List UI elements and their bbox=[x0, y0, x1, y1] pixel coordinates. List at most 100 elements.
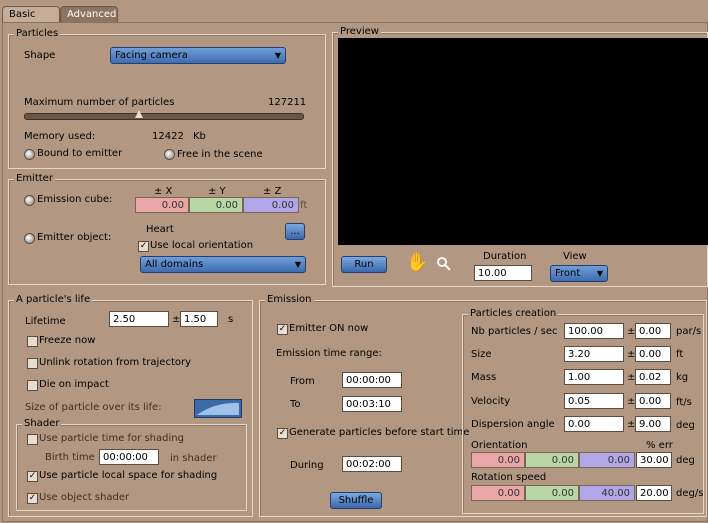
preview-canvas[interactable] bbox=[338, 38, 708, 245]
from-label: From bbox=[290, 376, 315, 387]
unlink-label: Unlink rotation from trajectory bbox=[39, 357, 192, 368]
memory-unit: Kb bbox=[193, 131, 206, 142]
free-label: Free in the scene bbox=[177, 149, 263, 160]
lifetime-label: Lifetime bbox=[25, 316, 66, 327]
orientation-label: Orientation bbox=[471, 440, 528, 451]
object-radio[interactable] bbox=[24, 233, 35, 244]
shape-value: Facing camera bbox=[115, 50, 188, 61]
size-err-field[interactable]: 0.00 bbox=[635, 346, 671, 362]
tab-advanced[interactable]: Advanced bbox=[60, 6, 118, 23]
size-curve-button[interactable] bbox=[194, 399, 242, 418]
shape-dropdown[interactable]: Facing camera ▼ bbox=[110, 47, 286, 64]
dispersion-err-field[interactable]: 9.00 bbox=[635, 416, 671, 432]
cube-radio[interactable] bbox=[24, 195, 35, 206]
emitter-legend: Emitter bbox=[14, 173, 55, 184]
cube-label: Emission cube: bbox=[37, 194, 113, 205]
size-field[interactable]: 3.20 bbox=[564, 346, 624, 362]
lifetime-field[interactable]: 2.50 bbox=[109, 311, 169, 327]
y-header: ± Y bbox=[208, 186, 226, 197]
use-time-checkbox[interactable] bbox=[27, 434, 38, 445]
object-name: Heart bbox=[146, 224, 174, 235]
view-dropdown[interactable]: Front ▼ bbox=[550, 265, 608, 282]
local-orient-checkbox[interactable]: ✓ bbox=[138, 241, 149, 252]
orientation-y-field[interactable]: 0.00 bbox=[525, 452, 579, 468]
to-field[interactable]: 00:03:10 bbox=[342, 396, 402, 412]
z-header: ± Z bbox=[263, 186, 282, 197]
lifetime-unit: s bbox=[228, 314, 234, 325]
shape-label: Shape bbox=[24, 50, 56, 61]
slider-thumb[interactable] bbox=[135, 110, 143, 118]
emitter-on-checkbox[interactable]: ✓ bbox=[277, 324, 288, 335]
duration-field[interactable]: 10.00 bbox=[474, 265, 532, 281]
shuffle-button[interactable]: Shuffle bbox=[330, 492, 382, 509]
mass-field[interactable]: 1.00 bbox=[564, 369, 624, 385]
shader-legend: Shader bbox=[22, 418, 62, 429]
orientation-x-field[interactable]: 0.00 bbox=[471, 452, 525, 468]
die-label: Die on impact bbox=[39, 379, 109, 390]
die-checkbox[interactable] bbox=[27, 380, 38, 391]
rotation-err-field[interactable]: 20.00 bbox=[636, 485, 672, 501]
rotation-label: Rotation speed bbox=[471, 472, 547, 483]
free-radio[interactable] bbox=[164, 149, 175, 160]
from-field[interactable]: 00:00:00 bbox=[342, 372, 402, 388]
velocity-unit: ft/s bbox=[676, 397, 692, 408]
rotation-unit: deg/s bbox=[676, 488, 704, 499]
tab-basic[interactable]: Basic bbox=[2, 6, 60, 23]
velocity-field[interactable]: 0.05 bbox=[564, 393, 624, 409]
nb-particles-field[interactable]: 100.00 bbox=[564, 323, 624, 339]
preview-legend: Preview bbox=[338, 26, 381, 37]
size-label: Size bbox=[471, 349, 492, 360]
duration-label: Duration bbox=[483, 251, 527, 262]
chevron-down-icon: ▼ bbox=[274, 51, 281, 60]
bound-radio[interactable] bbox=[24, 149, 35, 160]
gen-before-checkbox[interactable]: ✓ bbox=[277, 428, 288, 439]
nb-particles-label: Nb particles / sec bbox=[471, 326, 558, 337]
rotation-x-field[interactable]: 0.00 bbox=[471, 485, 525, 501]
gen-before-label: Generate particles before start time bbox=[289, 427, 470, 438]
freeze-label: Freeze now bbox=[39, 335, 96, 346]
range-label: Emission time range: bbox=[276, 348, 382, 359]
cube-x-field[interactable]: 0.00 bbox=[135, 197, 189, 213]
during-field[interactable]: 00:02:00 bbox=[342, 456, 402, 472]
emitter-on-label: Emitter ON now bbox=[289, 323, 369, 334]
local-space-checkbox[interactable]: ✓ bbox=[27, 471, 38, 482]
unlink-checkbox[interactable] bbox=[27, 358, 38, 369]
dispersion-unit: deg bbox=[676, 420, 695, 431]
orientation-err-field[interactable]: 30.00 bbox=[636, 452, 672, 468]
zoom-icon[interactable] bbox=[437, 257, 451, 271]
during-label: During bbox=[290, 460, 324, 471]
rotation-z-field[interactable]: 40.00 bbox=[579, 485, 635, 501]
velocity-err-field[interactable]: 0.00 bbox=[635, 393, 671, 409]
birth-field[interactable]: 00:00:00 bbox=[99, 449, 159, 465]
mass-err-field[interactable]: 0.02 bbox=[635, 369, 671, 385]
use-time-label: Use particle time for shading bbox=[39, 433, 184, 444]
object-shader-checkbox[interactable]: ✓ bbox=[27, 493, 38, 504]
max-particles-slider[interactable] bbox=[24, 113, 304, 120]
size-unit: ft bbox=[676, 349, 684, 360]
domains-dropdown[interactable]: All domains ▼ bbox=[140, 256, 306, 273]
to-label: To bbox=[290, 399, 301, 410]
bound-label: Bound to emitter bbox=[37, 148, 123, 159]
nb-particles-err-field[interactable]: 0.00 bbox=[635, 323, 671, 339]
cube-y-field[interactable]: 0.00 bbox=[189, 197, 243, 213]
memory-value: 12422 bbox=[152, 131, 184, 142]
rotation-y-field[interactable]: 0.00 bbox=[525, 485, 579, 501]
chevron-down-icon: ▼ bbox=[294, 260, 301, 269]
hand-icon[interactable]: ✋ bbox=[406, 253, 428, 273]
particles-legend: Particles bbox=[14, 28, 61, 39]
cube-unit: ft bbox=[300, 200, 308, 211]
browse-button[interactable]: ... bbox=[285, 223, 305, 240]
object-label: Emitter object: bbox=[37, 232, 112, 243]
mass-label: Mass bbox=[471, 372, 497, 383]
run-button[interactable]: Run bbox=[341, 256, 387, 273]
cube-z-field[interactable]: 0.00 bbox=[243, 197, 299, 213]
freeze-checkbox[interactable] bbox=[27, 336, 38, 347]
object-shader-label: Use object shader bbox=[39, 492, 130, 503]
max-particles-label: Maximum number of particles bbox=[24, 97, 175, 108]
dispersion-field[interactable]: 0.00 bbox=[564, 416, 624, 432]
in-shader-label: in shader bbox=[170, 453, 217, 464]
lifetime-err-field[interactable]: 1.50 bbox=[180, 311, 218, 327]
life-legend: A particle's life bbox=[14, 294, 93, 305]
orientation-z-field[interactable]: 0.00 bbox=[579, 452, 635, 468]
emission-legend: Emission bbox=[265, 294, 314, 305]
